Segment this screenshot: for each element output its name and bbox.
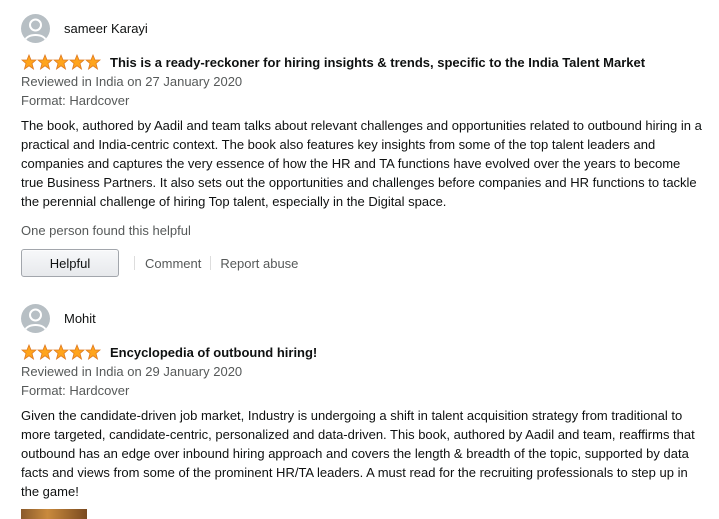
reviewer-profile[interactable]: Mohit [21,304,706,333]
star-icon [37,344,53,360]
comment-link[interactable]: Comment [145,256,201,271]
review-title[interactable]: Encyclopedia of outbound hiring! [110,345,317,360]
review-actions: Helpful Comment Report abuse [21,249,706,277]
review-date: Reviewed in India on 29 January 2020 [21,364,243,379]
review-body: Given the candidate-driven job market, I… [21,408,695,499]
divider [210,256,212,270]
review-body: The book, authored by Aadil and team tal… [21,118,702,209]
default-avatar-icon[interactable] [21,304,50,333]
star-icon [69,54,85,70]
star-rating[interactable] [21,54,101,70]
review-date: Reviewed in India on 27 January 2020 [21,74,243,89]
report-abuse-link[interactable]: Report abuse [220,256,298,271]
review-2: Mohit Encyclopedia of outbound hiring! R… [21,304,706,501]
star-icon [37,54,53,70]
review-1: sameer Karayi This is a ready-reckoner f… [21,14,706,277]
helpful-button[interactable]: Helpful [21,249,119,277]
review-image-thumbnail[interactable] [21,509,87,519]
review-format[interactable]: Format: Hardcover [21,91,706,110]
review-title[interactable]: This is a ready-reckoner for hiring insi… [110,55,645,70]
star-rating[interactable] [21,344,101,360]
review-title-row: Encyclopedia of outbound hiring! [21,343,706,361]
default-avatar-icon[interactable] [21,14,50,43]
star-icon [85,54,101,70]
reviewer-profile[interactable]: sameer Karayi [21,14,706,43]
reviewer-name[interactable]: Mohit [64,311,96,326]
review-format[interactable]: Format: Hardcover [21,381,706,400]
helpful-count: One person found this helpful [21,223,191,238]
star-icon [85,344,101,360]
star-icon [53,344,69,360]
star-icon [21,344,37,360]
star-icon [69,344,85,360]
review-title-row: This is a ready-reckoner for hiring insi… [21,53,706,71]
divider [134,256,135,270]
star-icon [53,54,69,70]
star-icon [21,54,37,70]
reviewer-name[interactable]: sameer Karayi [64,21,148,36]
